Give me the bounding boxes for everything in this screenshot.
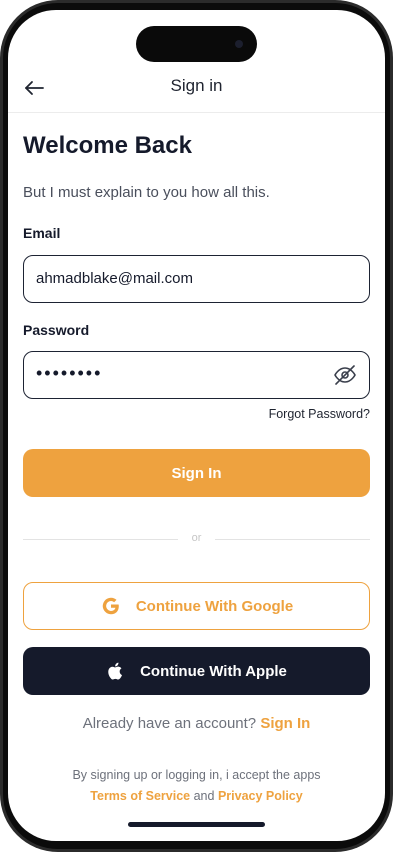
camera-dot [235,40,243,48]
terms-links-row: Terms of Service and Privacy Policy [23,786,370,807]
password-value: •••••••• [36,363,103,383]
continue-google-button[interactable]: Continue With Google [23,582,370,630]
account-prompt: Already have an account? Sign In [23,715,370,732]
privacy-policy-link[interactable]: Privacy Policy [218,789,303,803]
eye-off-icon[interactable] [333,363,357,387]
header: Sign in [8,70,385,113]
terms-and: and [193,789,215,803]
divider-or-text: or [191,532,202,544]
email-value: ahmadblake@mail.com [36,270,193,287]
google-icon [102,597,119,615]
apple-button-label: Continue With Apple [140,662,287,680]
screen: Sign in Welcome Back But I must explain … [8,10,385,841]
dynamic-island [136,26,257,62]
password-field[interactable]: •••••••• [23,351,370,399]
password-label: Password [23,322,90,338]
sign-in-link[interactable]: Sign In [260,715,310,732]
terms-notice: By signing up or logging in, i accept th… [23,765,370,807]
welcome-subtitle: But I must explain to you how all this. [23,184,270,201]
forgot-password-link[interactable]: Forgot Password? [269,407,370,421]
home-indicator [128,822,265,827]
terms-of-service-link[interactable]: Terms of Service [90,789,190,803]
account-prompt-text: Already have an account? [82,715,257,732]
continue-apple-button[interactable]: Continue With Apple [23,647,370,695]
page-title: Sign in [170,76,223,95]
terms-prefix: By signing up or logging in, i accept th… [72,768,321,782]
apple-icon [108,662,123,680]
email-field[interactable]: ahmadblake@mail.com [23,255,370,303]
welcome-title: Welcome Back [23,132,192,159]
google-button-label: Continue With Google [135,597,294,615]
sign-in-button[interactable]: Sign In [23,449,370,497]
email-label: Email [23,225,61,241]
